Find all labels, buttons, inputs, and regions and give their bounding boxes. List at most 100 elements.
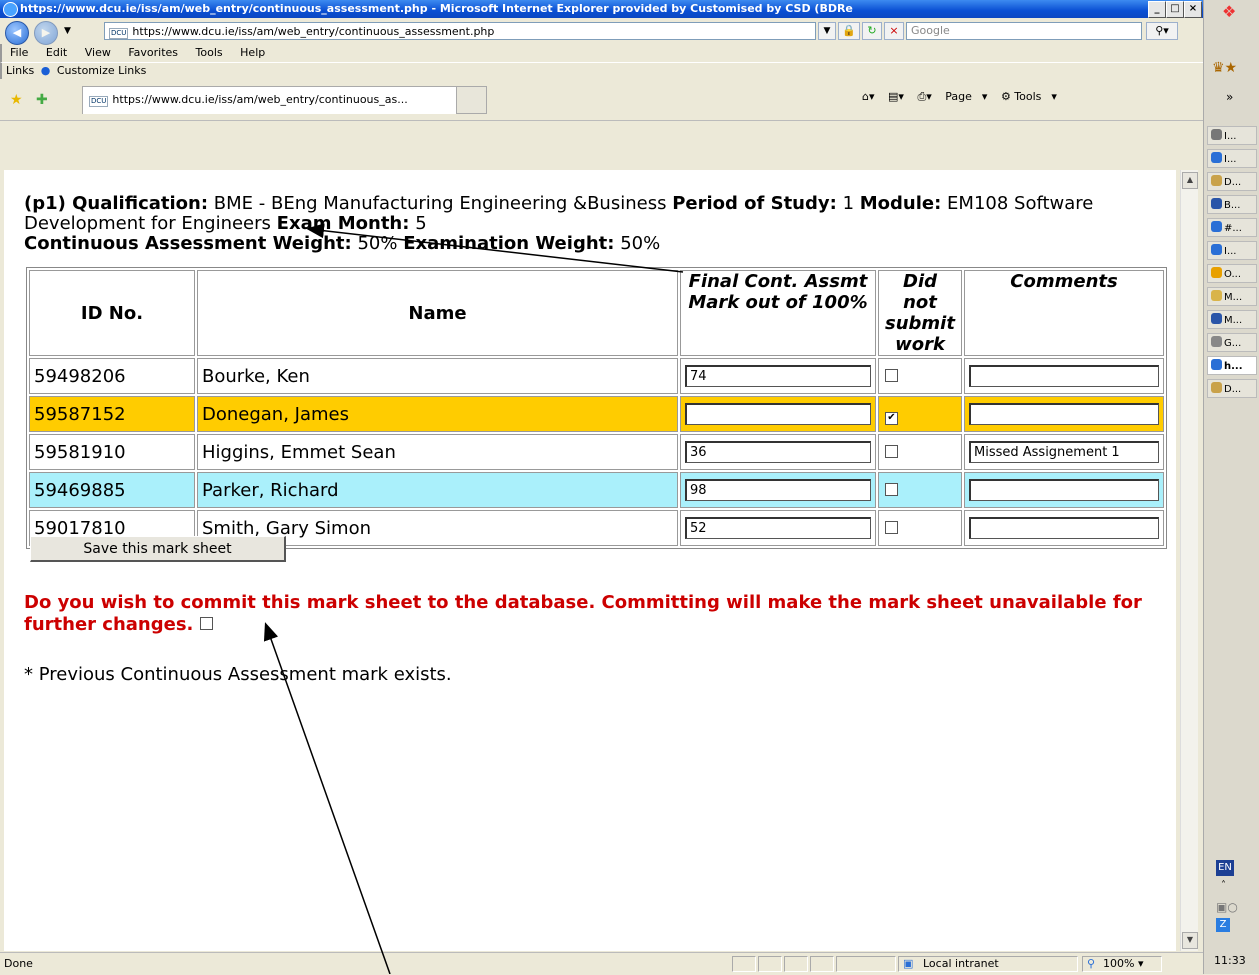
commit-checkbox[interactable] (199, 617, 213, 630)
menu-edit[interactable]: Edit (46, 46, 67, 59)
comment-input[interactable] (969, 479, 1159, 501)
add-favorites-icon[interactable]: ✚ (36, 92, 48, 108)
new-tab-button[interactable] (457, 86, 487, 114)
menu-file[interactable]: File (10, 46, 28, 59)
status-pane (810, 956, 834, 972)
taskbar-item[interactable]: G... (1207, 333, 1257, 352)
taskbar-app-icon (1211, 129, 1222, 140)
did-not-submit-checkbox[interactable] (885, 444, 898, 458)
quicklaunch-icon[interactable]: ♛★ (1212, 60, 1237, 76)
taskbar-app-icon (1211, 313, 1222, 324)
status-pane (784, 956, 808, 972)
module-label: Module: (859, 193, 942, 214)
cell-did-not-submit (878, 472, 962, 508)
stop-icon[interactable]: × (884, 22, 904, 40)
table-row: 59587152 Donegan, James ✔ (29, 396, 1164, 432)
taskbar-app-icon (1211, 221, 1222, 232)
col-comments: Comments (964, 270, 1164, 356)
chevron-icon[interactable]: » (1226, 90, 1233, 104)
tools-menu[interactable]: ⚙ Tools ▾ (1001, 90, 1057, 103)
window-title-bar[interactable]: https://www.dcu.ie/iss/am/web_entry/cont… (0, 0, 1203, 18)
address-bar[interactable]: DCU https://www.dcu.ie/iss/am/web_entry/c… (104, 22, 816, 40)
ca-weight-value: 50% (357, 233, 398, 254)
taskbar-app-icon (1211, 198, 1222, 209)
vertical-scrollbar[interactable]: ▲ ▼ (1180, 170, 1198, 951)
taskbar-item[interactable]: I... (1207, 149, 1257, 168)
page-menu[interactable]: Page ▾ (945, 90, 987, 103)
mark-input[interactable]: 98 (685, 479, 871, 501)
period-value: 1 (842, 193, 855, 214)
taskbar-item[interactable]: D... (1207, 379, 1257, 398)
history-dropdown-icon[interactable]: ▼ (64, 26, 71, 36)
customize-links[interactable]: Customize Links (57, 64, 147, 77)
menu-favorites[interactable]: Favorites (128, 46, 178, 59)
cell-comment: Missed Assignement 1 (964, 434, 1164, 470)
cell-did-not-submit (878, 510, 962, 546)
close-button[interactable]: × (1184, 1, 1202, 18)
save-button[interactable]: Save this mark sheet (30, 536, 286, 562)
taskbar-item[interactable]: B... (1207, 195, 1257, 214)
taskbar-item[interactable]: I... (1207, 126, 1257, 145)
tab-favicon-icon: DCU (89, 96, 109, 107)
home-icon[interactable]: ⌂▾ (862, 90, 875, 103)
comment-input[interactable] (969, 365, 1159, 387)
menu-bar: File Edit View Favorites Tools Help (0, 44, 1213, 62)
mark-input[interactable] (685, 403, 871, 425)
ca-weight-label: Continuous Assessment Weight: (24, 233, 352, 254)
address-dropdown-icon[interactable]: ▼ (818, 22, 836, 40)
exam-month-label: Exam Month: (276, 213, 410, 234)
did-not-submit-checkbox[interactable]: ✔ (885, 411, 898, 425)
search-icon[interactable]: ⚲▾ (1146, 22, 1178, 40)
taskbar-item[interactable]: I... (1207, 241, 1257, 260)
commit-warning: Do you wish to commit this mark sheet to… (24, 592, 1164, 636)
forward-icon[interactable]: ▶ (34, 21, 58, 45)
comment-input[interactable] (969, 517, 1159, 539)
feeds-icon[interactable]: ▤▾ (888, 90, 904, 103)
clock: 11:33 (1214, 954, 1246, 967)
taskbar-item[interactable]: #... (1207, 218, 1257, 237)
taskbar-item[interactable]: h... (1207, 356, 1257, 375)
col-name: Name (197, 270, 678, 356)
menu-view[interactable]: View (85, 46, 111, 59)
taskbar-item[interactable]: M... (1207, 310, 1257, 329)
cell-mark (680, 396, 876, 432)
zoom-control[interactable]: ⚲ 100% ▾ (1082, 956, 1162, 972)
menu-tools[interactable]: Tools (196, 46, 223, 59)
scroll-down-icon[interactable]: ▼ (1182, 932, 1198, 949)
favorites-star-icon[interactable]: ★ (10, 92, 23, 108)
tab-current[interactable]: DCU https://www.dcu.ie/iss/am/web_entry/c… (82, 86, 457, 114)
taskbar-item[interactable]: M... (1207, 287, 1257, 306)
minimize-button[interactable]: _ (1148, 1, 1166, 18)
taskbar-item[interactable]: D... (1207, 172, 1257, 191)
address-url: https://www.dcu.ie/iss/am/web_entry/cont… (132, 25, 495, 38)
start-logo-icon[interactable]: ❖ (1222, 2, 1236, 21)
mark-input[interactable]: 74 (685, 365, 871, 387)
maximize-button[interactable]: □ (1166, 1, 1184, 18)
did-not-submit-checkbox[interactable] (885, 368, 898, 382)
refresh-icon[interactable]: ↻ (862, 22, 882, 40)
mark-input[interactable]: 52 (685, 517, 871, 539)
taskbar-app-icon (1211, 382, 1222, 393)
period-label: Period of Study: (672, 193, 837, 214)
intranet-icon: ▣ (903, 957, 914, 970)
menu-help[interactable]: Help (240, 46, 265, 59)
comment-input[interactable]: Missed Assignement 1 (969, 441, 1159, 463)
cell-id: 59469885 (29, 472, 195, 508)
tray-up-icon[interactable]: ˄ (1221, 880, 1226, 891)
did-not-submit-checkbox[interactable] (885, 520, 898, 534)
scroll-up-icon[interactable]: ▲ (1182, 172, 1198, 189)
print-icon[interactable]: ⎙▾ (917, 90, 931, 103)
search-input[interactable]: Google (906, 22, 1142, 40)
exam-weight-value: 50% (620, 233, 661, 254)
lock-icon[interactable]: 🔒 (838, 22, 860, 40)
language-indicator[interactable]: EN (1216, 860, 1234, 876)
back-icon[interactable]: ◀ (5, 21, 29, 45)
did-not-submit-checkbox[interactable] (885, 482, 898, 496)
cell-mark: 98 (680, 472, 876, 508)
tray-icon[interactable]: ▣○ (1216, 900, 1238, 914)
cell-did-not-submit: ✔ (878, 396, 962, 432)
taskbar-item[interactable]: O... (1207, 264, 1257, 283)
comment-input[interactable] (969, 403, 1159, 425)
mark-input[interactable]: 36 (685, 441, 871, 463)
tray-z-icon[interactable]: Z (1216, 918, 1230, 932)
